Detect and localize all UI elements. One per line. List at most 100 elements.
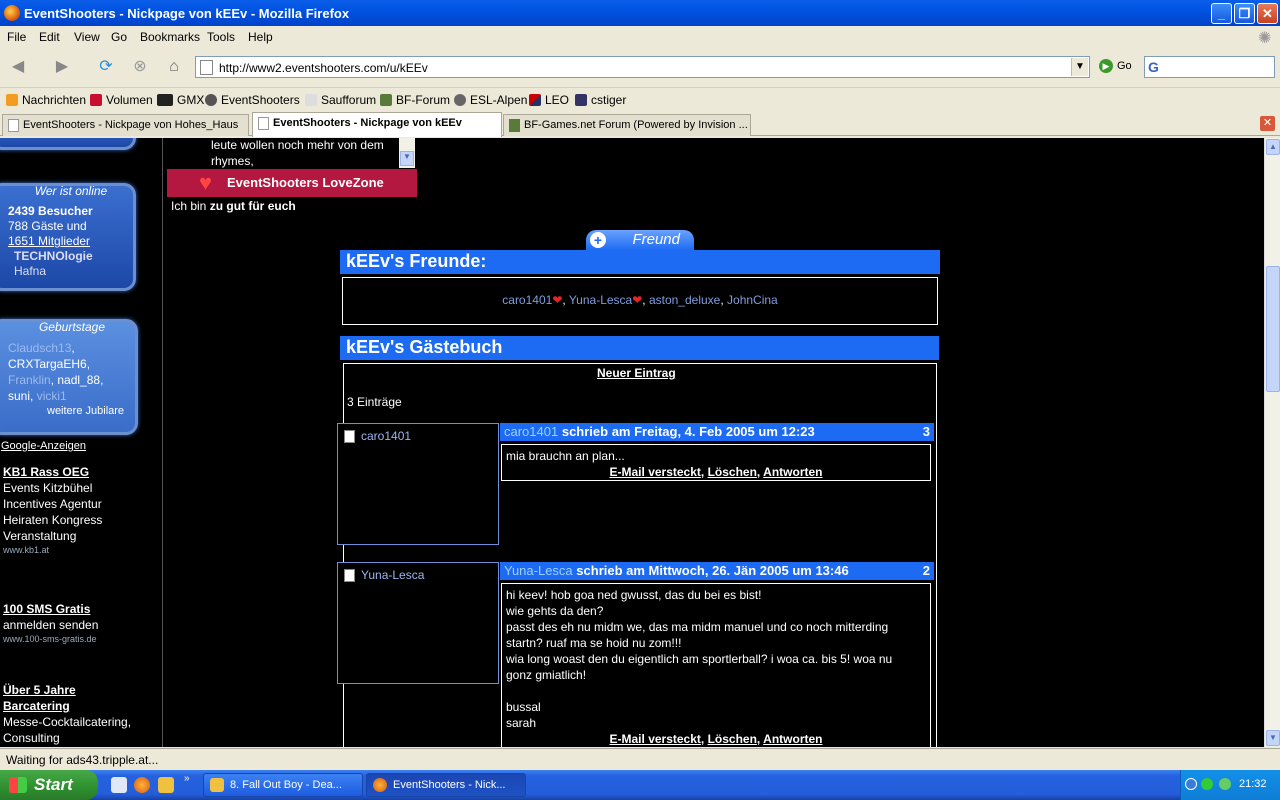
entry-header: Yuna-Lesca schrieb am Mittwoch, 26. Jän … [500, 562, 934, 580]
menu-view[interactable]: View [74, 30, 100, 44]
google-ads-label[interactable]: Google-Anzeigen [1, 440, 86, 452]
bookmark-leo[interactable]: LEO [529, 93, 569, 107]
birthday-name[interactable]: suni [8, 389, 30, 403]
scroll-up-icon[interactable]: ▲ [1266, 139, 1280, 155]
menu-file[interactable]: File [7, 30, 26, 44]
bookmark-cstiger[interactable]: cstiger [575, 93, 626, 107]
textarea-scrollbar[interactable]: ▼ [399, 138, 415, 168]
bookmark-saufforum[interactable]: Saufforum [305, 93, 376, 107]
birthday-name[interactable]: CRXTargaEH6 [8, 357, 87, 371]
more-birthdays-link[interactable]: weitere Jubilare [47, 405, 124, 417]
menu-go[interactable]: Go [111, 30, 127, 44]
online-members-link[interactable]: 1651 Mitglieder [8, 234, 90, 248]
ad-url[interactable]: www.100-sms-gratis.de [3, 634, 97, 644]
close-button[interactable]: ✕ [1257, 3, 1278, 24]
home-icon[interactable]: ⌂ [162, 56, 186, 78]
status-bar: Waiting for ads43.tripple.at... [0, 748, 1280, 770]
tab-bf-games[interactable]: BF-Games.net Forum (Powered by Invision … [503, 114, 751, 136]
friend-link[interactable]: Yuna-Lesca [569, 293, 632, 307]
stop-icon[interactable]: ⊗ [128, 56, 152, 78]
email-hidden-link[interactable]: E-Mail versteckt [610, 465, 701, 479]
tab-hohes-haus[interactable]: EventShooters - Nickpage von Hohes_Haus [2, 114, 249, 136]
firefox-icon[interactable] [134, 777, 150, 793]
avatar-icon [344, 569, 355, 582]
url-text: http://www2.eventshooters.com/u/kEEv [219, 61, 428, 75]
close-tab-icon[interactable]: ✕ [1260, 116, 1275, 131]
add-friend-button[interactable]: + Freund [586, 230, 694, 250]
message-line: sarah [506, 716, 537, 730]
profile-text-line: rhymes, [211, 154, 254, 168]
ad-line: anmelden senden [3, 618, 99, 632]
birthday-name[interactable]: vicki1 [37, 389, 67, 403]
taskbar-item-music[interactable]: 8. Fall Out Boy - Dea... [203, 773, 363, 797]
network-icon[interactable] [1219, 778, 1231, 790]
quicklaunch-more-icon[interactable]: » [184, 773, 190, 784]
ad-title[interactable]: 100 SMS Gratis [3, 602, 90, 616]
entry-nick[interactable]: Yuna-Lesca [504, 563, 573, 578]
bookmark-volumen[interactable]: Volumen [90, 93, 153, 107]
email-hidden-link[interactable]: E-Mail versteckt [610, 732, 701, 746]
bookmark-nachrichten[interactable]: Nachrichten [6, 93, 86, 107]
birthday-name[interactable]: Franklin [8, 373, 51, 387]
bookmark-eventshooters[interactable]: EventShooters [205, 93, 300, 107]
menu-help[interactable]: Help [248, 30, 273, 44]
url-dropdown-icon[interactable]: ▼ [1071, 58, 1088, 76]
friend-link[interactable]: JohnCina [727, 293, 778, 307]
ad-url[interactable]: www.kb1.at [3, 545, 49, 555]
reload-icon[interactable]: ⟳ [94, 56, 118, 78]
birthday-name[interactable]: Claudsch13 [8, 341, 71, 355]
forum-icon [509, 119, 520, 132]
new-entry-link[interactable]: Neuer Eintrag [597, 366, 676, 380]
ad-title[interactable]: Barcatering [3, 699, 70, 713]
tray-collapse-icon[interactable] [1185, 778, 1197, 790]
add-friend-label: Freund [632, 231, 680, 248]
minimize-button[interactable]: _ [1211, 3, 1232, 24]
page-scrollbar[interactable]: ▲ ▼ [1264, 138, 1280, 747]
start-button[interactable]: Start [0, 770, 98, 800]
menu-edit[interactable]: Edit [39, 30, 60, 44]
message-line: hi keev! hob goa ned gwusst, das du bei … [506, 588, 762, 602]
taskbar-item-firefox[interactable]: EventShooters - Nick... [366, 773, 526, 797]
bookmark-gmx[interactable]: GMX [157, 93, 204, 107]
scroll-down-icon[interactable]: ▼ [1266, 730, 1280, 746]
entry-author-link[interactable]: Yuna-Lesca [361, 568, 424, 582]
delete-link[interactable]: Löschen [708, 465, 757, 479]
maximize-button[interactable]: ❐ [1234, 3, 1255, 24]
forward-icon[interactable]: ▶ [50, 56, 74, 78]
online-user[interactable]: TECHNOlogie [14, 249, 93, 263]
menu-tools[interactable]: Tools [207, 30, 235, 44]
delete-link[interactable]: Löschen [708, 732, 757, 746]
scrollbar-thumb[interactable] [1266, 266, 1280, 392]
lovezone-banner[interactable]: ♥ EventShooters LoveZone [167, 169, 417, 197]
search-input[interactable]: G [1144, 56, 1275, 78]
bookmark-bf-forum[interactable]: BF-Forum [380, 93, 450, 107]
ad-line: Messe-Cocktailcatering, [3, 715, 132, 729]
entry-nick[interactable]: caro1401 [504, 424, 558, 439]
tab-keev[interactable]: EventShooters - Nickpage von kEEv [252, 112, 502, 137]
birthdays-title: Geburtstage [38, 320, 106, 334]
online-user[interactable]: Hafna [14, 264, 46, 278]
clock: 21:32 [1239, 778, 1267, 790]
scroll-down-icon[interactable]: ▼ [400, 151, 414, 166]
profile-textarea[interactable]: leute wollen noch mehr von dem rhymes, ▼ [209, 138, 417, 168]
reply-link[interactable]: Antworten [763, 465, 822, 479]
entry-author-link[interactable]: caro1401 [361, 429, 411, 443]
menu-bookmarks[interactable]: Bookmarks [140, 30, 200, 44]
message-line: startn? ruaf ma se hoid nu zom!!! [506, 636, 682, 650]
left-sidebar: Wer ist online 2439 Besucher 788 Gäste u… [0, 138, 163, 747]
go-button[interactable]: ▶ Go [1099, 59, 1132, 73]
friend-link[interactable]: aston_deluxe [649, 293, 720, 307]
back-icon[interactable]: ◀ [6, 56, 30, 78]
ad-title[interactable]: KB1 Rass OEG [3, 465, 89, 479]
bookmark-esl-alpen[interactable]: ESL-Alpen [454, 93, 527, 107]
profile-text-line: leute wollen noch mehr von dem [211, 138, 384, 152]
desktop-icon[interactable] [111, 777, 127, 793]
birthday-name[interactable]: nadl_88 [57, 373, 100, 387]
entry-author-box: caro1401 [337, 423, 499, 545]
ad-title[interactable]: Über 5 Jahre [3, 683, 76, 697]
friend-link[interactable]: caro1401 [502, 293, 552, 307]
url-bar[interactable]: http://www2.eventshooters.com/u/kEEv ▼ [195, 56, 1090, 78]
reply-link[interactable]: Antworten [763, 732, 822, 746]
tray-app-icon[interactable] [1201, 778, 1213, 790]
winamp-icon[interactable] [158, 777, 174, 793]
